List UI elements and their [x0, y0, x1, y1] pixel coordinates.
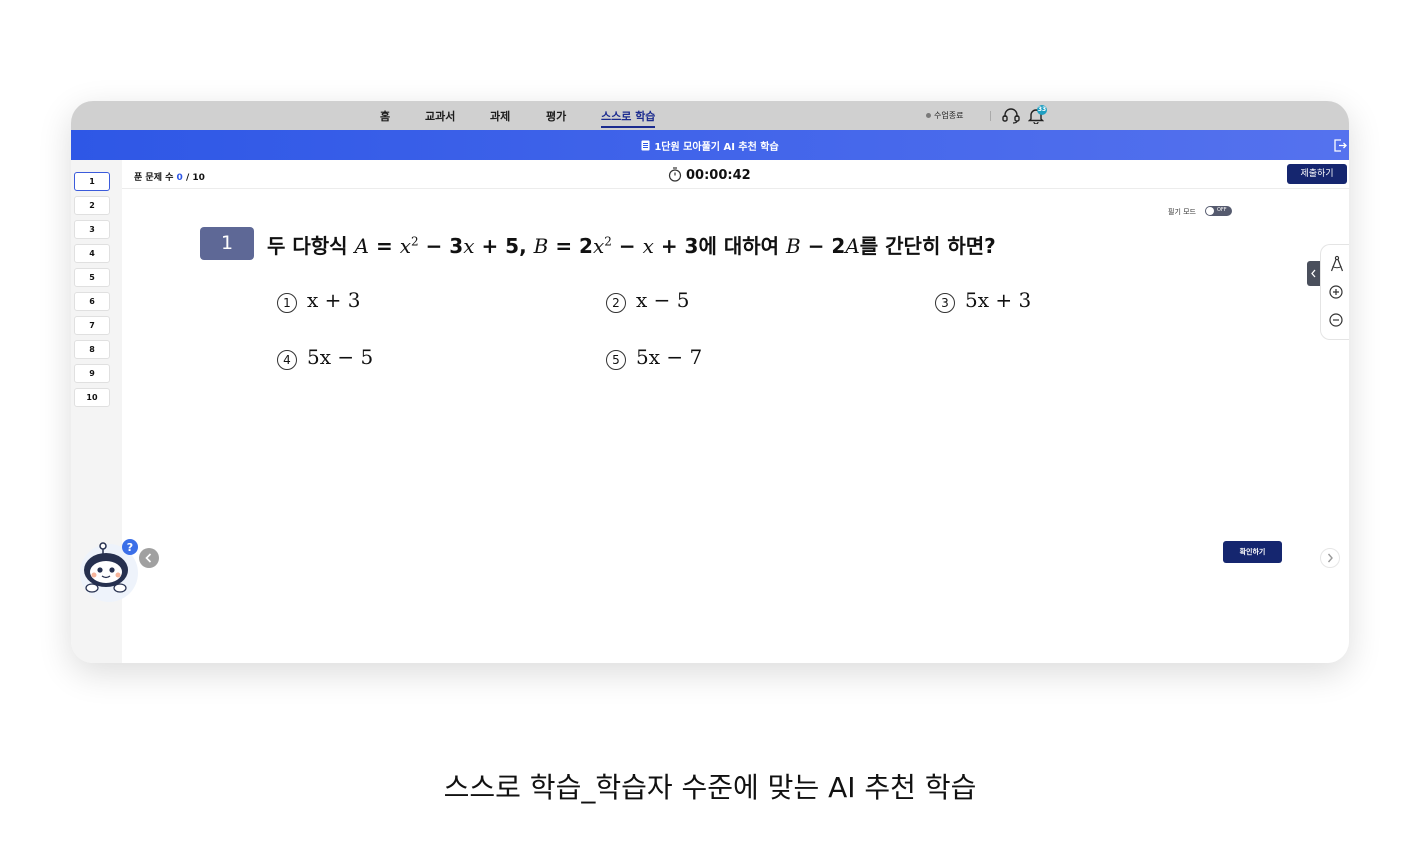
ai-tutor-mascot[interactable]: ?	[76, 537, 142, 603]
handwriting-toggle[interactable]: OFF	[1205, 206, 1232, 216]
choice-1[interactable]: 1 x + 3	[277, 288, 360, 313]
choice-expression: 5x − 5	[307, 345, 374, 369]
question-nav-3[interactable]: 3	[74, 220, 110, 239]
lesson-title: 1단원 모아풀기 AI 추천 학습	[71, 138, 1349, 153]
status-dot	[926, 113, 931, 118]
target-expression: B − 2A	[786, 234, 860, 258]
chevron-left-icon	[145, 553, 152, 563]
chevron-right-icon	[1327, 553, 1333, 563]
exit-icon[interactable]	[1333, 139, 1347, 152]
question-number-badge: 1	[200, 227, 254, 260]
nav-home[interactable]: 홈	[380, 108, 390, 124]
class-end-label: 수업종료	[934, 111, 964, 120]
chevron-left-icon	[1311, 269, 1316, 278]
question-nav-8[interactable]: 8	[74, 340, 110, 359]
question-nav-4[interactable]: 4	[74, 244, 110, 263]
choice-expression: x − 5	[636, 288, 690, 312]
choice-4[interactable]: 4 5x − 5	[277, 345, 373, 370]
solved-count: 푼 문제 수 0 / 10	[134, 170, 205, 183]
choice-expression: x + 3	[307, 288, 361, 312]
compass-icon[interactable]	[1329, 255, 1345, 273]
toggle-knob	[1206, 207, 1214, 215]
question-text: 두 다항식 A = x2 − 3x + 5, B = 2x2 − x + 3에 …	[267, 230, 996, 259]
question-nav-7[interactable]: 7	[74, 316, 110, 335]
solved-number: 0	[176, 173, 183, 183]
question-suffix: 를 간단히 하면?	[859, 234, 996, 258]
next-question-button[interactable]	[1320, 548, 1340, 568]
timer: 00:00:42	[668, 167, 751, 183]
choice-expression: 5x − 7	[636, 345, 703, 369]
document-icon	[641, 140, 650, 151]
choice-5[interactable]: 5 5x − 7	[606, 345, 702, 370]
question-nav-6[interactable]: 6	[74, 292, 110, 311]
choice-mark: 1	[277, 293, 297, 313]
nav-assignment[interactable]: 과제	[490, 108, 510, 124]
choice-3[interactable]: 3 5x + 3	[935, 288, 1031, 313]
solved-total: / 10	[185, 173, 205, 183]
question-join: 에 대하여	[698, 234, 780, 258]
timer-icon	[668, 167, 682, 182]
nav-self-study[interactable]: 스스로 학습	[601, 108, 656, 128]
top-navigation: 홈 교과서 과제 평가 스스로 학습 수업종료 33	[71, 101, 1349, 130]
confirm-button[interactable]: 확인하기	[1223, 541, 1282, 563]
previous-question-button[interactable]	[139, 548, 159, 568]
nav-assessment[interactable]: 평가	[546, 108, 566, 124]
question-nav-2[interactable]: 2	[74, 196, 110, 215]
question-area: 푼 문제 수 0 / 10 00:00:42 제출하기 필기 모드 OFF 1 …	[122, 160, 1349, 663]
zoom-in-icon[interactable]	[1329, 285, 1343, 299]
choice-2[interactable]: 2 x − 5	[606, 288, 689, 313]
nav-textbook[interactable]: 교과서	[425, 108, 455, 124]
choice-mark: 3	[935, 293, 955, 313]
question-prefix: 두 다항식	[267, 234, 348, 258]
page-caption: 스스로 학습_학습자 수준에 맞는 AI 추천 학습	[443, 771, 977, 804]
question-nav-1[interactable]: 1	[74, 172, 110, 191]
polynomial-a: A = x2 − 3x + 5, B = 2x2 − x + 3	[354, 234, 699, 258]
timer-value: 00:00:42	[686, 168, 751, 183]
lesson-title-text: 1단원 모아풀기 AI 추천 학습	[654, 142, 779, 153]
choice-mark: 2	[606, 293, 626, 313]
lesson-banner: 1단원 모아풀기 AI 추천 학습	[71, 130, 1349, 160]
class-end-button[interactable]: 수업종료	[926, 110, 963, 121]
toolbar-divider	[122, 188, 1349, 189]
question-nav-5[interactable]: 5	[74, 268, 110, 287]
question-nav-10[interactable]: 10	[74, 388, 110, 407]
submit-button[interactable]: 제출하기	[1287, 164, 1347, 184]
choice-mark: 5	[606, 350, 626, 370]
question-nav-9[interactable]: 9	[74, 364, 110, 383]
zoom-out-icon[interactable]	[1329, 313, 1343, 327]
tool-panel-toggle[interactable]	[1307, 261, 1320, 286]
nav-divider	[990, 111, 991, 121]
app-window: 홈 교과서 과제 평가 스스로 학습 수업종료 33 1단원 모아풀기 AI 추…	[71, 101, 1349, 663]
solved-label: 푼 문제 수	[134, 173, 174, 183]
svg-text:?: ?	[127, 541, 133, 554]
toggle-state: OFF	[1217, 207, 1227, 213]
handwriting-mode-label: 필기 모드	[1168, 208, 1196, 216]
notification-badge: 33	[1037, 105, 1047, 115]
support-headset-icon[interactable]	[1001, 107, 1021, 124]
choice-expression: 5x + 3	[965, 288, 1032, 312]
math-tool-panel	[1320, 244, 1349, 340]
choice-mark: 4	[277, 350, 297, 370]
